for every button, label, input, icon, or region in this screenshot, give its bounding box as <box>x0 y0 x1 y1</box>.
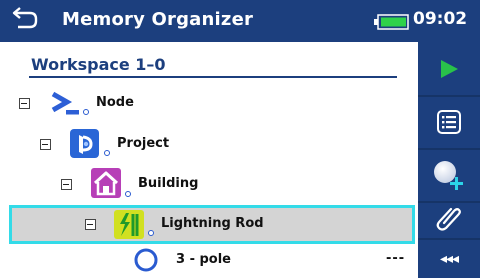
measurement-empty-circle-icon <box>134 248 158 272</box>
action-sidebar: ◂◂◂ <box>418 42 480 278</box>
node-terminal-icon <box>51 91 79 115</box>
view-results-button[interactable] <box>418 97 480 147</box>
tree-item-label: Lightning Rod <box>161 216 264 231</box>
tree-item-lightning-rod[interactable]: Lightning Rod <box>9 205 415 244</box>
lightning-rod-icon <box>114 210 144 239</box>
node-dot-icon <box>83 109 89 115</box>
building-home-icon <box>91 168 121 198</box>
collapse-toggle-icon[interactable] <box>40 139 51 150</box>
add-circle-icon <box>434 161 463 190</box>
node-dot-icon <box>125 191 131 197</box>
tree-item-node[interactable]: Node <box>0 83 415 123</box>
attachments-button[interactable] <box>418 192 480 242</box>
project-icon <box>70 129 99 158</box>
play-icon <box>441 60 458 78</box>
paperclip-icon <box>436 207 461 231</box>
collapse-toggle-icon[interactable] <box>19 98 30 109</box>
tree-item-label: Building <box>138 176 199 191</box>
page-title: Memory Organizer <box>62 9 254 30</box>
collapse-toggle-icon[interactable] <box>61 179 72 190</box>
tree-item-label: Node <box>96 95 134 110</box>
list-icon <box>437 110 461 134</box>
back-arrow-icon[interactable] <box>10 5 40 35</box>
title-bar: Memory Organizer 09:02 <box>0 0 480 42</box>
measurement-status: --- <box>386 251 406 266</box>
more-options-button[interactable]: ◂◂◂ <box>418 240 480 278</box>
clock-time: 09:02 <box>413 9 468 29</box>
start-measurement-button[interactable] <box>418 44 480 94</box>
workspace-title[interactable]: Workspace 1–0 <box>31 55 166 74</box>
tree-item-measurement[interactable]: 3 - pole --- <box>0 245 415 278</box>
tree-item-project[interactable]: Project <box>0 124 415 164</box>
node-dot-icon <box>104 150 110 156</box>
battery-full-icon <box>374 14 409 30</box>
node-dot-icon <box>148 230 154 236</box>
workspace-underline <box>29 76 397 78</box>
tree-item-label: 3 - pole <box>176 252 232 267</box>
tree-item-label: Project <box>117 136 170 151</box>
tree-item-building[interactable]: Building <box>0 164 415 204</box>
collapse-toggle-icon[interactable] <box>85 219 96 230</box>
